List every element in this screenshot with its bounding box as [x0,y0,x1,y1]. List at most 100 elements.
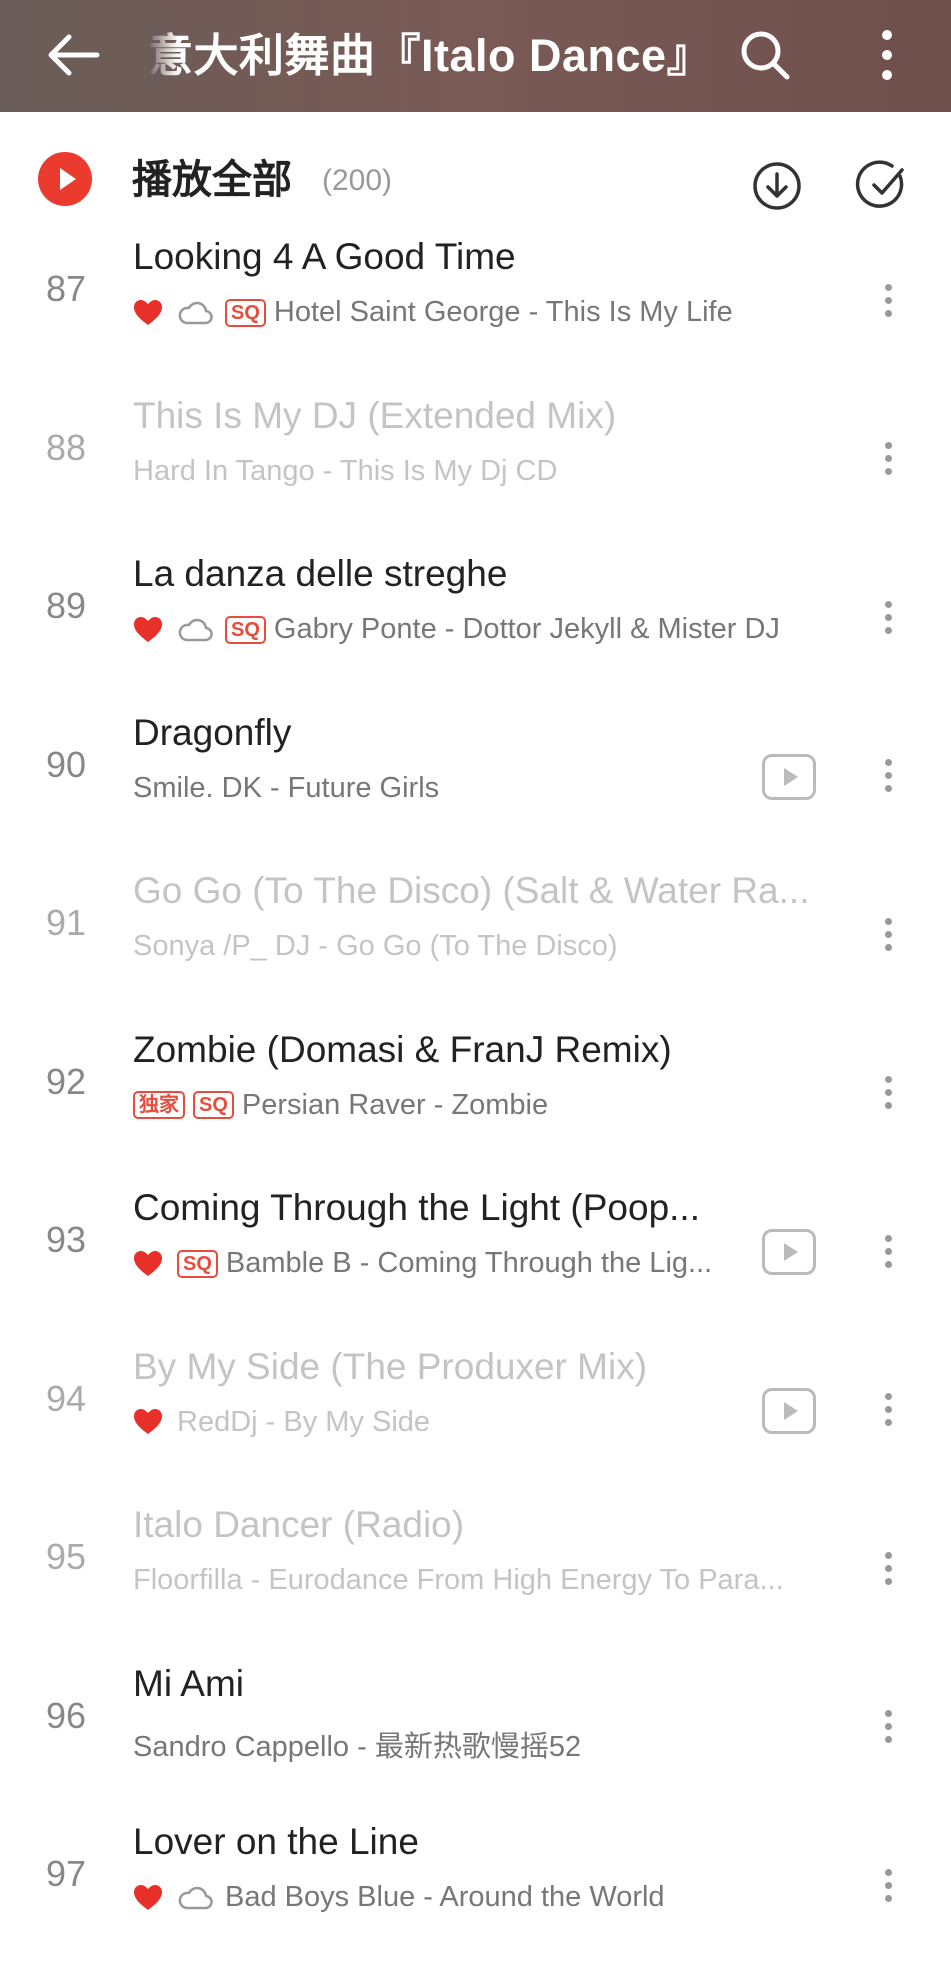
song-title: This Is My DJ (Extended Mix) [133,394,617,436]
track-number: 92 [45,1060,87,1102]
more-vertical-icon [882,30,892,80]
song-more-button[interactable] [868,1380,908,1440]
song-meta: Smile. DK - Future Girls [133,772,738,805]
track-number: 91 [45,902,87,943]
sq-badge: SQ [225,298,266,327]
sq-badge: SQ [193,1091,234,1119]
song-title: Italo Dancer (Radio) [133,1504,465,1545]
song-meta: Bad Boys Blue - Around the World [133,1881,853,1914]
heart-icon [133,1884,163,1912]
song-row[interactable]: 92 Zombie (Domasi & FranJ Remix) 独家 SQ Persi… [0,1021,951,1180]
heart-icon [133,1408,163,1436]
song-meta: Sandro Cappello - 最新热歌慢摇52 [133,1723,853,1765]
artist-album: Hard In Tango - This Is My Dj CD [133,454,558,487]
song-title: La danza delle streghe [133,553,508,594]
song-meta: 独家 SQ Persian Raver - Zombie [133,1089,853,1122]
playlist-title: 意大利舞曲『Italo Dance』 [148,30,708,81]
song-more-button[interactable] [868,1538,908,1598]
song-title: Lover on the Line [133,1821,419,1862]
back-button[interactable] [40,22,106,88]
play-all-label[interactable]: 播放全部 [132,152,292,208]
song-row[interactable]: 87 Looking 4 A Good Time SQ Hotel Saint Geo… [0,228,951,387]
song-title: Looking 4 A Good Time [133,236,516,277]
song-meta: Hard In Tango - This Is My Dj CD [133,455,853,488]
song-title: Coming Through the Light (Poop... [133,1187,700,1228]
track-number: 94 [45,1377,87,1419]
song-more-button[interactable] [868,1221,908,1281]
artist-album: Persian Raver - Zombie [241,1088,549,1121]
song-meta: RedDj - By My Side [133,1406,738,1439]
artist-album: Gabry Ponte - Dottor Jekyll & Mister DJ [273,613,780,645]
top-bar: 意大利舞曲『Italo Dance』 [0,0,951,112]
download-button[interactable] [747,156,807,216]
cloud-icon [177,1884,213,1912]
song-more-button[interactable] [868,1855,908,1915]
heart-icon [133,616,163,644]
artist-album: Bad Boys Blue - Around the World [225,1881,665,1913]
song-title: Zombie (Domasi & FranJ Remix) [133,1028,672,1070]
song-row[interactable]: 89 La danza delle streghe SQ Gabry Ponte - … [0,545,951,704]
artist-album: Hotel Saint George - This Is My Life [273,296,733,328]
sq-badge: SQ [225,615,266,644]
track-number: 96 [45,1694,87,1736]
track-number: 88 [45,426,87,468]
play-all-row: 播放全部 (200) [0,112,951,242]
back-arrow-icon [48,34,100,76]
song-meta: SQ Bamble B - Coming Through the Lig... [133,1247,738,1280]
heart-icon [133,1250,163,1278]
more-options-button[interactable] [862,20,912,90]
exclusive-badge: 独家 [133,1091,185,1119]
download-icon [753,162,801,210]
song-more-button[interactable] [868,1063,908,1123]
multi-select-button[interactable] [854,156,914,216]
play-all-button[interactable] [38,152,92,206]
song-more-button[interactable] [868,904,908,964]
song-more-button[interactable] [868,429,908,489]
title-fade [148,20,178,92]
artist-album: Floorfilla - Eurodance From High Energy … [133,1564,784,1596]
song-more-button[interactable] [868,1697,908,1757]
artist-album: Sonya /P_ DJ - Go Go (To The Disco) [133,930,618,962]
mv-play-button[interactable] [762,1387,816,1434]
mv-play-button[interactable] [762,753,816,800]
song-list: 87 Looking 4 A Good Time SQ Hotel Saint Geo… [0,228,951,1972]
song-row[interactable]: 97 Lover on the Line Bad Boys Blue - Aroun… [0,1813,951,1972]
song-more-button[interactable] [868,746,908,806]
mv-play-button[interactable] [762,1229,816,1275]
song-title: Dragonfly [133,711,292,753]
track-number: 90 [45,743,87,785]
track-number: 93 [45,1219,87,1260]
play-icon [60,168,76,190]
cloud-icon [177,299,213,327]
song-count: (200) [322,164,393,197]
search-icon [741,31,790,80]
song-more-button[interactable] [868,270,908,330]
song-row[interactable]: 93 Coming Through the Light (Poop... SQ Bam… [0,1179,951,1338]
song-meta: Sonya /P_ DJ - Go Go (To The Disco) [133,930,853,963]
song-meta: Floorfilla - Eurodance From High Energy … [133,1564,853,1597]
heart-icon [133,299,163,327]
song-title: By My Side (The Produxer Mix) [133,1345,648,1387]
search-button[interactable] [730,20,800,90]
song-meta: SQ Gabry Ponte - Dottor Jekyll & Mister D… [133,613,853,646]
song-row[interactable]: 96 Mi Ami Sandro Cappello - 最新热歌慢摇52 [0,1655,951,1814]
sq-badge: SQ [177,1249,218,1278]
song-row[interactable]: 91 Go Go (To The Disco) (Salt & Water Ra… [0,862,951,1021]
check-circle-icon [855,160,904,208]
track-number: 87 [45,268,87,309]
song-row[interactable]: 95 Italo Dancer (Radio) Floorfilla - Eurod… [0,1496,951,1655]
artist-album: Bamble B - Coming Through the Lig... [225,1247,713,1279]
artist-album: RedDj - By My Side [177,1405,431,1438]
song-meta: SQ Hotel Saint George - This Is My Life [133,296,853,329]
artist-album: Smile. DK - Future Girls [133,771,440,804]
song-row[interactable]: 94 By My Side (The Produxer Mix) RedDj - B… [0,1338,951,1497]
song-row[interactable]: 88 This Is My DJ (Extended Mix) Hard In Ta… [0,387,951,546]
track-number: 89 [45,585,87,626]
cloud-icon [177,616,213,644]
song-title: Mi Ami [133,1662,244,1704]
song-title: Go Go (To The Disco) (Salt & Water Ra... [133,870,810,911]
song-row[interactable]: 90 Dragonfly Smile. DK - Future Girls [0,704,951,863]
track-number: 97 [45,1853,87,1894]
song-more-button[interactable] [868,587,908,647]
artist-album: Sandro Cappello - 最新热歌慢摇52 [133,1730,582,1763]
